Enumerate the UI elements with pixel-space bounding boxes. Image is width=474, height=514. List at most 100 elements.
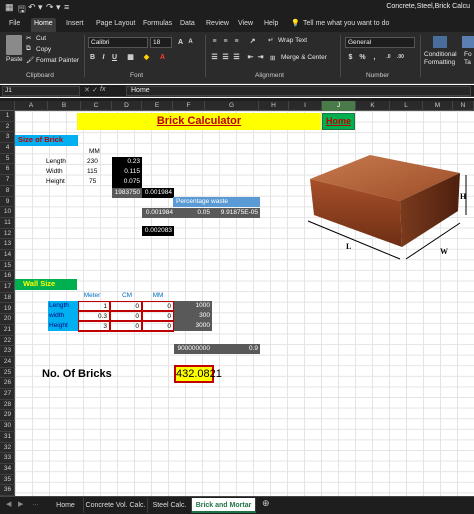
number-format-select[interactable]: General: [345, 37, 415, 48]
align-bottom-icon[interactable]: ≡: [232, 37, 241, 46]
name-box[interactable]: J1: [2, 86, 80, 96]
row-header-9[interactable]: 9: [0, 197, 15, 208]
wall-volume-mm[interactable]: 900000000: [174, 344, 212, 354]
bold-button[interactable]: B: [88, 53, 97, 62]
waste-value[interactable]: 9.91875E-05: [212, 208, 260, 218]
column-header-b[interactable]: B: [48, 101, 81, 111]
borders-icon[interactable]: ▦: [126, 53, 135, 62]
tab-insert[interactable]: Insert: [63, 18, 87, 32]
row-header-25[interactable]: 25: [0, 368, 15, 379]
row-header-18[interactable]: 18: [0, 293, 15, 304]
row-header-30[interactable]: 30: [0, 421, 15, 432]
merge-icon[interactable]: ⊞: [270, 54, 275, 62]
sheet-tab-home[interactable]: Home: [48, 498, 84, 513]
wall-height-total[interactable]: 3000: [174, 321, 212, 331]
paste-button[interactable]: Paste: [6, 56, 23, 63]
percent-icon[interactable]: %: [358, 53, 367, 62]
tab-help[interactable]: Help: [261, 18, 281, 32]
copy-button[interactable]: Copy: [36, 46, 51, 53]
format-as-table-icon[interactable]: [462, 36, 474, 48]
font-size-select[interactable]: 18: [150, 37, 172, 48]
format-painter-button[interactable]: Format Painter: [36, 57, 79, 64]
comma-style-icon[interactable]: ,: [370, 53, 379, 62]
increase-decimal-icon[interactable]: .0: [384, 53, 393, 62]
tab-page-layout[interactable]: Page Layout: [93, 18, 138, 32]
height-m-value[interactable]: 0.075: [112, 177, 142, 187]
align-right-icon[interactable]: ☰: [232, 53, 241, 62]
column-header-f[interactable]: F: [173, 101, 205, 111]
font-name-select[interactable]: Calibri: [88, 37, 148, 48]
length-mm-value[interactable]: 230: [87, 157, 98, 167]
sheet-tab-concrete[interactable]: Concrete Vol. Calc.: [84, 498, 148, 513]
tell-me-search[interactable]: Tell me what you want to do: [300, 18, 392, 32]
row-header-29[interactable]: 29: [0, 410, 15, 422]
row-header-16[interactable]: 16: [0, 271, 15, 283]
wall-width-cm[interactable]: 0: [110, 311, 142, 321]
row-header-21[interactable]: 21: [0, 325, 15, 336]
align-middle-icon[interactable]: ≡: [221, 37, 230, 46]
row-header-28[interactable]: 28: [0, 400, 15, 411]
row-header-7[interactable]: 7: [0, 175, 15, 186]
add-sheet-icon[interactable]: ⊕: [262, 498, 270, 509]
wall-length-meter[interactable]: 1: [78, 301, 110, 311]
row-header-23[interactable]: 23: [0, 346, 15, 357]
conditional-formatting-button[interactable]: Conditional: [424, 51, 457, 58]
number-of-bricks-value[interactable]: 432.0821: [174, 365, 222, 383]
column-header-j[interactable]: J: [322, 101, 356, 111]
row-header-12[interactable]: 12: [0, 229, 15, 240]
wall-width-mm[interactable]: 0: [142, 311, 174, 321]
wall-length-cm[interactable]: 0: [110, 301, 142, 311]
customize-toolbar-icon[interactable]: ≡: [64, 2, 69, 12]
row-header-27[interactable]: 27: [0, 389, 15, 400]
row-header-34[interactable]: 34: [0, 464, 15, 475]
wall-volume-m[interactable]: 0.9: [212, 344, 260, 354]
column-header-c[interactable]: C: [81, 101, 112, 111]
row-header-10[interactable]: 10: [0, 207, 15, 218]
sheet-tab-brick-mortar[interactable]: Brick and Mortar: [192, 498, 256, 513]
tab-view[interactable]: View: [235, 18, 256, 32]
column-header-i[interactable]: I: [289, 101, 322, 111]
format-as-table-button[interactable]: Fo: [464, 51, 472, 58]
row-header-31[interactable]: 31: [0, 432, 15, 443]
align-top-icon[interactable]: ≡: [210, 37, 219, 46]
grow-font-icon[interactable]: A: [176, 38, 185, 47]
row-header-33[interactable]: 33: [0, 453, 15, 464]
conditional-formatting-button-line2[interactable]: Formatting: [424, 59, 455, 66]
brick-volume-with-waste[interactable]: 0.002083: [142, 226, 174, 236]
underline-button[interactable]: U: [110, 53, 119, 62]
cut-button[interactable]: Cut: [36, 35, 46, 42]
redo-dropdown-icon[interactable]: ▾: [56, 2, 61, 13]
shrink-font-icon[interactable]: A: [186, 38, 195, 47]
merge-center-button[interactable]: Merge & Center: [281, 54, 327, 61]
row-header-24[interactable]: 24: [0, 357, 15, 368]
column-header-g[interactable]: G: [205, 101, 259, 111]
conditional-formatting-icon[interactable]: [433, 36, 447, 48]
row-header-36[interactable]: 36: [0, 485, 15, 496]
row-header-5[interactable]: 5: [0, 154, 15, 165]
sheet-tab-steel[interactable]: Steel Calc.: [148, 498, 192, 513]
orientation-icon[interactable]: ↗: [248, 37, 257, 46]
wrap-text-icon[interactable]: ↵: [268, 36, 273, 44]
fill-color-icon[interactable]: ◆: [142, 53, 151, 62]
row-header-35[interactable]: 35: [0, 475, 15, 486]
paste-icon[interactable]: [6, 35, 22, 55]
waste-percent-value[interactable]: 0.05: [175, 208, 212, 218]
row-header-22[interactable]: 22: [0, 336, 15, 347]
tab-file[interactable]: File: [6, 18, 23, 32]
row-header-3[interactable]: 3: [0, 132, 15, 144]
width-mm-value[interactable]: 115: [87, 167, 97, 177]
prev-sheet-icon[interactable]: ◀: [6, 500, 11, 508]
row-header-17[interactable]: 17: [0, 282, 15, 293]
tab-formulas[interactable]: Formulas: [140, 18, 175, 32]
wall-height-cm[interactable]: 0: [110, 321, 142, 331]
column-header-d[interactable]: D: [112, 101, 142, 111]
increase-indent-icon[interactable]: ⇥: [256, 53, 265, 62]
waste-base-value[interactable]: 0.001984: [142, 208, 175, 218]
width-m-value[interactable]: 0.115: [112, 167, 142, 177]
wall-height-meter[interactable]: 3: [78, 321, 110, 331]
column-header-e[interactable]: E: [142, 101, 173, 111]
decrease-indent-icon[interactable]: ⇤: [246, 53, 255, 62]
align-left-icon[interactable]: ☰: [210, 53, 219, 62]
confirm-entry-icon[interactable]: ✓: [92, 86, 98, 94]
row-header-11[interactable]: 11: [0, 218, 15, 229]
